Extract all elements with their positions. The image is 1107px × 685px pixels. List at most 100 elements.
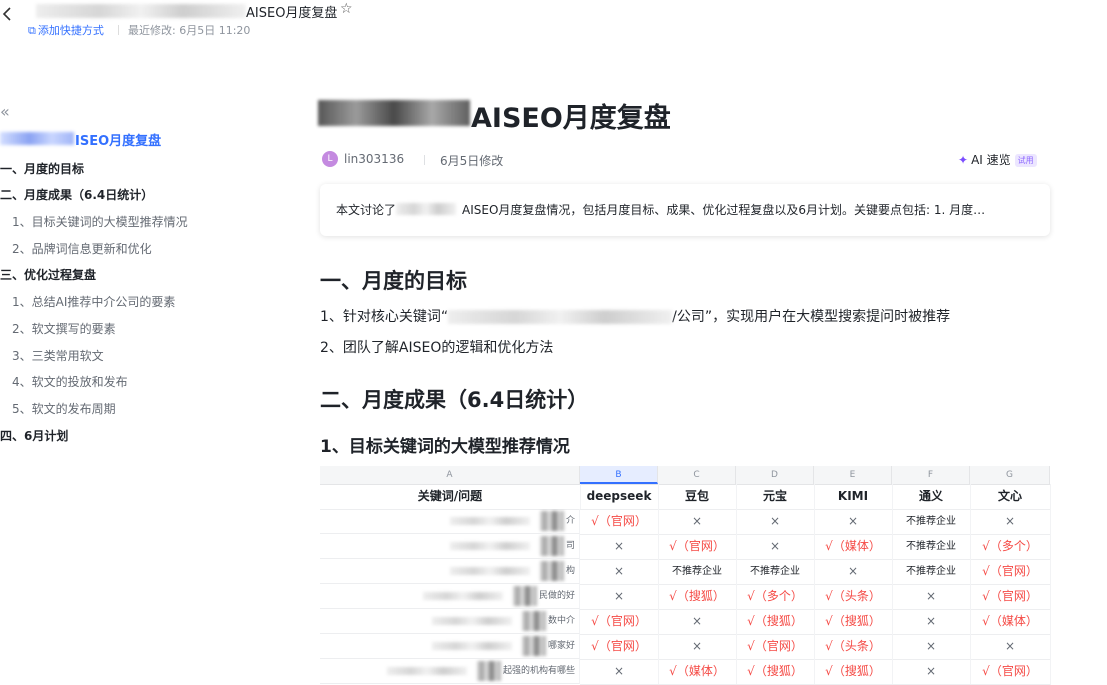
shortcut-icon: ⧉ (28, 24, 36, 37)
table-cell[interactable]: √（官网） (580, 634, 659, 660)
column-letter[interactable]: A (320, 466, 580, 484)
redacted-keyword-text (386, 666, 467, 675)
table-cell[interactable]: × (580, 584, 659, 610)
table-cell[interactable]: 不推荐企业 (892, 559, 971, 585)
add-shortcut-label: 添加快捷方式 (37, 24, 104, 37)
keyword-suffix: 数中介 (547, 616, 575, 626)
table-cell[interactable]: × (814, 559, 893, 585)
column-letter[interactable]: B (580, 466, 658, 484)
ai-summary-button[interactable]: ✦ AI 速览 试用 (958, 151, 1037, 168)
redacted-keyword-text (449, 516, 530, 525)
table-cell[interactable]: √（官网） (970, 584, 1051, 610)
toc-item[interactable]: 二、月度成果（6.4日统计） (0, 186, 153, 203)
heading-results: 二、月度成果（6.4日统计） (320, 388, 589, 412)
keyword-cell[interactable]: 数中介 (320, 609, 580, 634)
table-header-cell[interactable]: 关键词/问题 (320, 484, 581, 510)
back-arrow-icon[interactable] (2, 6, 16, 26)
table-cell[interactable]: 不推荐企业 (892, 509, 971, 535)
keyword-cell[interactable]: 哪家好 (320, 634, 580, 659)
table-cell[interactable]: √（媒体） (658, 659, 737, 685)
table-cell[interactable]: × (658, 509, 737, 535)
table-cell[interactable]: √（搜狐） (814, 659, 893, 685)
table-cell[interactable]: √（搜狐） (736, 609, 815, 635)
table-cell[interactable]: × (892, 609, 971, 635)
table-cell[interactable]: × (892, 659, 971, 685)
collapse-sidebar-icon[interactable]: « (0, 102, 10, 121)
avatar[interactable]: L (322, 151, 338, 167)
table-cell[interactable]: √（搜狐） (658, 584, 737, 610)
table-cell[interactable]: √（官网） (970, 659, 1051, 685)
table-cell[interactable]: √（头条） (814, 634, 893, 660)
keyword-cell[interactable]: 构 (320, 559, 580, 584)
redacted-keyword-text (476, 660, 501, 681)
toc-item[interactable]: 4、软文的投放和发布 (12, 373, 128, 390)
table-cell[interactable]: √（媒体） (814, 534, 893, 560)
table-cell[interactable]: √（官网） (970, 559, 1051, 585)
table-header-cell[interactable]: KIMI (814, 484, 893, 510)
toc-item[interactable]: 5、软文的发布周期 (12, 400, 116, 417)
table-cell[interactable]: √（搜狐） (814, 609, 893, 635)
keyword-cell[interactable]: 起强的机构有哪些 (320, 659, 580, 684)
table-cell[interactable]: × (580, 659, 659, 685)
toc-item[interactable]: 1、目标关键词的大模型推荐情况 (12, 213, 188, 230)
sparkle-icon: ✦ (958, 153, 969, 167)
table-cell[interactable]: √（头条） (814, 584, 893, 610)
table-cell[interactable]: × (580, 534, 659, 560)
table-cell[interactable]: √（搜狐） (736, 659, 815, 685)
table-cell[interactable]: × (658, 609, 737, 635)
table-cell[interactable]: √（官网） (658, 534, 737, 560)
table-header-cell[interactable]: 通义 (892, 484, 971, 510)
keyword-suffix: 起强的机构有哪些 (502, 666, 575, 676)
table-cell[interactable]: × (970, 509, 1051, 535)
table-cell[interactable]: 不推荐企业 (736, 559, 815, 585)
toc-item[interactable]: 2、品牌词信息更新和优化 (12, 240, 152, 257)
keyword-cell[interactable]: 民做的好 (320, 584, 580, 609)
table-cell[interactable]: 不推荐企业 (658, 559, 737, 585)
table-cell[interactable]: √（官网） (736, 634, 815, 660)
column-letter[interactable]: C (658, 466, 736, 484)
toc-item[interactable]: 三、优化过程复盘 (0, 266, 96, 283)
toc-item[interactable]: 2、软文撰写的要素 (12, 320, 116, 337)
table-cell[interactable]: × (892, 584, 971, 610)
table-cell[interactable]: √（官网） (580, 509, 659, 535)
table-cell[interactable]: × (658, 634, 737, 660)
table-header-cell[interactable]: 文心 (970, 484, 1051, 510)
table-cell[interactable]: × (892, 634, 971, 660)
table-cell[interactable]: √（多个） (736, 584, 815, 610)
column-letter[interactable]: E (814, 466, 892, 484)
table-cell[interactable]: × (970, 634, 1051, 660)
table-cell[interactable]: × (736, 534, 815, 560)
redacted-keyword-text (539, 560, 564, 581)
star-icon[interactable]: ☆ (340, 1, 353, 17)
toc-item[interactable]: 一、月度的目标 (0, 160, 84, 177)
table-header-cell[interactable]: 豆包 (658, 484, 737, 510)
keyword-suffix: 哪家好 (547, 641, 575, 651)
redacted-keyword-text (539, 535, 564, 556)
table-cell[interactable]: 不推荐企业 (892, 534, 971, 560)
toc-item[interactable]: 3、三类常用软文 (12, 347, 104, 364)
ai-summary-box[interactable]: 本文讨论了 AISEO月度复盘情况，包括月度目标、成果、优化过程复盘以及6月计划… (320, 184, 1050, 236)
toc-item[interactable]: 四、6月计划 (0, 427, 68, 444)
table-cell[interactable]: × (580, 559, 659, 585)
keyword-suffix: 司 (565, 541, 575, 551)
table-cell[interactable]: × (736, 509, 815, 535)
table-cell[interactable]: × (814, 509, 893, 535)
column-letter[interactable]: D (736, 466, 814, 484)
keyword-suffix: 介 (565, 516, 575, 526)
redacted-keyword-text (449, 566, 530, 575)
column-letter[interactable]: G (970, 466, 1050, 484)
table-header-cell[interactable]: deepseek (580, 484, 659, 510)
toc-item[interactable]: 1、总结AI推荐中介公司的要素 (12, 293, 175, 310)
keyword-cell[interactable]: 介 (320, 509, 580, 534)
redacted-keyword-text (521, 635, 546, 656)
add-shortcut-link[interactable]: ⧉ 添加快捷方式 (28, 22, 104, 38)
author-name[interactable]: lin303136 (344, 152, 404, 166)
table-cell[interactable]: √（多个） (970, 534, 1051, 560)
table-header-cell[interactable]: 元宝 (736, 484, 815, 510)
table-cell[interactable]: √（媒体） (970, 609, 1051, 635)
table-cell[interactable]: √（官网） (580, 609, 659, 635)
column-letter[interactable]: F (892, 466, 970, 484)
redacted-keyword-text (521, 610, 546, 631)
trial-badge: 试用 (1014, 154, 1037, 167)
keyword-cell[interactable]: 司 (320, 534, 580, 559)
